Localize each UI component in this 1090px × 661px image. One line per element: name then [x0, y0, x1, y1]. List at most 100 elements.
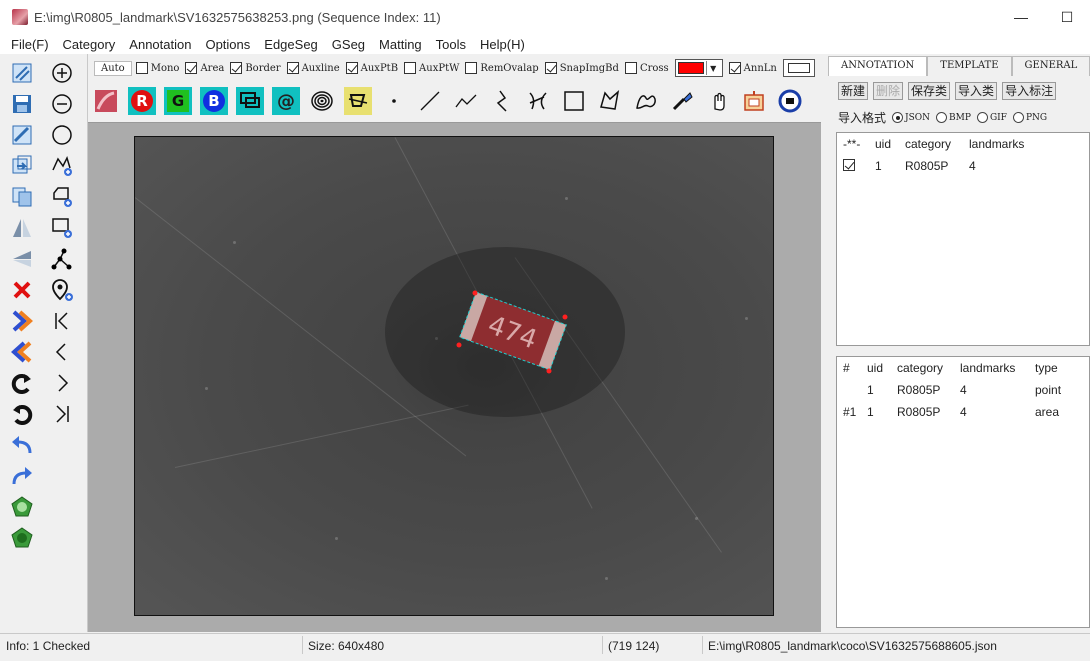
column-header[interactable]: landmarks	[954, 361, 1029, 375]
segment-alt-icon[interactable]	[8, 524, 36, 552]
spiral-icon[interactable]	[308, 87, 336, 115]
previous-image-icon[interactable]	[8, 338, 36, 366]
add-polygon-icon[interactable]	[48, 152, 76, 180]
column-header[interactable]: landmarks	[963, 137, 1024, 151]
mono-checkbox[interactable]: Mono	[135, 62, 179, 74]
menu-annotation[interactable]: Annotation	[122, 37, 198, 52]
rectangle-tool-icon[interactable]	[560, 87, 588, 115]
hand-pointer-icon[interactable]	[704, 87, 732, 115]
column-header[interactable]: uid	[861, 361, 891, 375]
zoom-in-icon[interactable]	[48, 59, 76, 87]
table-row[interactable]: 1 R0805P 4 point	[837, 379, 1089, 401]
removalap-checkbox[interactable]: RemOvalap	[465, 62, 539, 74]
flip-horizontal-icon[interactable]	[8, 214, 36, 242]
menu-category[interactable]: Category	[56, 37, 123, 52]
delete-icon[interactable]	[8, 276, 36, 304]
cross-checkbox[interactable]: Cross	[624, 62, 669, 74]
landmark-point[interactable]	[472, 290, 478, 296]
auxptb-checkbox[interactable]: AuxPtB	[345, 62, 398, 74]
column-header[interactable]: type	[1029, 361, 1058, 375]
column-header[interactable]: #	[837, 361, 861, 375]
copy-icon[interactable]	[8, 183, 36, 211]
first-icon[interactable]	[48, 307, 76, 335]
undo-arrow-icon[interactable]	[8, 431, 36, 459]
green-channel-button[interactable]: G	[164, 87, 192, 115]
column-header[interactable]: -**-	[837, 137, 869, 151]
redo-icon[interactable]	[8, 369, 36, 397]
menu-options[interactable]: Options	[198, 37, 257, 52]
minimize-button[interactable]: —	[998, 0, 1044, 34]
point-tool-icon[interactable]	[380, 87, 408, 115]
column-header[interactable]: uid	[869, 137, 899, 151]
edit-image-icon[interactable]	[8, 121, 36, 149]
add-region-icon[interactable]	[48, 183, 76, 211]
menu-help[interactable]: Help(H)	[473, 37, 532, 52]
line-tool-icon[interactable]	[416, 87, 444, 115]
bezier-tool-icon[interactable]	[524, 87, 552, 115]
tab-template[interactable]: TEMPLATE	[927, 56, 1012, 76]
undo-icon[interactable]	[8, 400, 36, 428]
png-radio[interactable]	[1012, 112, 1024, 123]
prev-icon[interactable]	[48, 338, 76, 366]
maximize-button[interactable]: ☐	[1044, 0, 1090, 34]
bmp-radio[interactable]	[936, 112, 948, 123]
delete-button[interactable]: 删除	[873, 82, 904, 100]
smart-brush-icon[interactable]	[668, 87, 696, 115]
last-icon[interactable]	[48, 400, 76, 428]
import-annotation-button[interactable]: 导入标注	[1002, 82, 1057, 100]
auxptw-checkbox[interactable]: AuxPtW	[404, 62, 459, 74]
flip-vertical-icon[interactable]	[8, 245, 36, 273]
area-checkbox[interactable]: Area	[185, 62, 224, 74]
blue-channel-button[interactable]: B	[200, 87, 228, 115]
curve-tool-icon[interactable]	[488, 87, 516, 115]
segment-icon[interactable]	[8, 493, 36, 521]
red-channel-button[interactable]: R	[128, 87, 156, 115]
open-file-icon[interactable]	[8, 59, 36, 87]
snapimgbd-checkbox[interactable]: SnapImgBd	[544, 62, 619, 74]
row-checkbox[interactable]	[837, 158, 869, 174]
next-image-icon[interactable]	[8, 307, 36, 335]
save-icon[interactable]	[8, 90, 36, 118]
json-radio[interactable]	[892, 112, 904, 123]
fit-view-icon[interactable]	[48, 121, 76, 149]
menu-gseg[interactable]: GSeg	[325, 37, 372, 52]
menu-matting[interactable]: Matting	[372, 37, 429, 52]
table-row[interactable]: 1 R0805P 4	[837, 155, 1089, 177]
landmark-point[interactable]	[562, 314, 568, 320]
at-sign-button[interactable]: @	[272, 87, 300, 115]
zoom-out-icon[interactable]	[48, 90, 76, 118]
add-rectangle-icon[interactable]	[48, 214, 76, 242]
column-header[interactable]: category	[899, 137, 963, 151]
image-icon[interactable]	[92, 87, 120, 115]
import-icon[interactable]	[8, 152, 36, 180]
annln-checkbox[interactable]: AnnLn	[728, 62, 777, 74]
node-graph-icon[interactable]	[48, 245, 76, 273]
border-checkbox[interactable]: Border	[230, 62, 281, 74]
table-row[interactable]: #1 1 R0805P 4 area	[837, 401, 1089, 423]
redo-arrow-icon[interactable]	[8, 462, 36, 490]
landmark-point[interactable]	[546, 368, 552, 374]
gif-radio[interactable]	[976, 112, 988, 123]
chevron-down-icon[interactable]: ▼	[705, 61, 720, 75]
column-header[interactable]: category	[891, 361, 954, 375]
lasso-icon[interactable]	[344, 87, 372, 115]
image-view[interactable]: 474	[134, 136, 774, 616]
menu-tools[interactable]: Tools	[429, 37, 473, 52]
record-icon[interactable]	[776, 87, 804, 115]
import-class-button[interactable]: 导入类	[955, 82, 998, 100]
menu-edgeseg[interactable]: EdgeSeg	[257, 37, 325, 52]
auxline-checkbox[interactable]: Auxline	[286, 62, 340, 74]
next-icon[interactable]	[48, 369, 76, 397]
polyline-tool-icon[interactable]	[452, 87, 480, 115]
speech-bubble-icon[interactable]	[236, 87, 264, 115]
frame-icon[interactable]	[740, 87, 768, 115]
line-style-picker[interactable]	[782, 59, 815, 77]
save-class-button[interactable]: 保存类	[908, 82, 951, 100]
image-canvas[interactable]: 474	[88, 122, 821, 632]
add-landmark-icon[interactable]	[48, 276, 76, 304]
freehand-tool-icon[interactable]	[632, 87, 660, 115]
tab-annotation[interactable]: ANNOTATION	[828, 56, 928, 76]
auto-tab[interactable]: Auto	[94, 60, 132, 76]
polygon-tool-icon[interactable]	[596, 87, 624, 115]
color-picker[interactable]: ▼	[674, 59, 723, 77]
